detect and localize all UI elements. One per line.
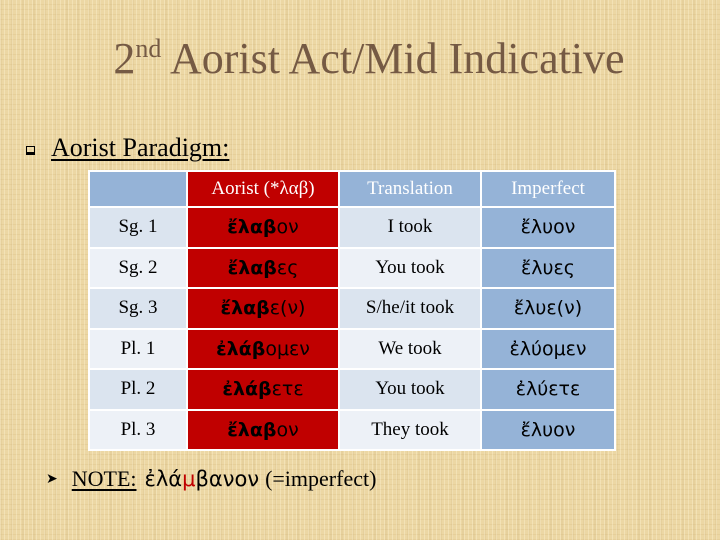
aorist-form: ἔλαβες bbox=[188, 248, 338, 287]
arrow-bullet-icon: ➤ bbox=[46, 471, 58, 487]
header-cell-translation: Translation bbox=[340, 172, 480, 206]
aorist-ending: ομεν bbox=[265, 337, 310, 360]
header-cell-imperfect: Imperfect bbox=[482, 172, 614, 206]
table-header-row: Aorist (*λαβ) Translation Imperfect bbox=[90, 172, 614, 206]
aorist-form: ἐλάβομεν bbox=[188, 329, 338, 368]
aorist-form: ἔλαβον bbox=[188, 410, 338, 449]
translation: You took bbox=[340, 248, 480, 287]
note-greek-after: βανον bbox=[195, 467, 260, 491]
header-cell-aorist: Aorist (*λαβ) bbox=[188, 172, 338, 206]
table-row: Pl. 3 ἔλαβον They took ἔλυον bbox=[90, 410, 614, 449]
table-row: Pl. 2 ἐλάβετε You took ἐλύετε bbox=[90, 370, 614, 409]
aorist-form: ἔλαβον bbox=[188, 208, 338, 247]
table-row: Sg. 3 ἔλαβε(ν) S/he/it took ἔλυε(ν) bbox=[90, 289, 614, 328]
note-greek-highlight: μ bbox=[182, 467, 196, 491]
aorist-ending: ον bbox=[276, 216, 299, 239]
row-label: Pl. 1 bbox=[90, 329, 186, 368]
title-ordinal-suffix: nd bbox=[135, 34, 162, 63]
imperfect-form: ἔλυον bbox=[482, 410, 614, 449]
imperfect-form: ἔλυες bbox=[482, 248, 614, 287]
imperfect-form: ἔλυε(ν) bbox=[482, 289, 614, 328]
table-row: Sg. 1 ἔλαβον I took ἔλυον bbox=[90, 208, 614, 247]
subheading: Aorist Paradigm: bbox=[51, 133, 230, 162]
translation: S/he/it took bbox=[340, 289, 480, 328]
imperfect-form: ἐλύετε bbox=[482, 370, 614, 409]
header-cell-empty bbox=[90, 172, 186, 206]
translation: I took bbox=[340, 208, 480, 247]
aorist-form: ἔλαβε(ν) bbox=[188, 289, 338, 328]
translation: We took bbox=[340, 329, 480, 368]
row-label: Sg. 3 bbox=[90, 289, 186, 328]
paradigm-table: Aorist (*λαβ) Translation Imperfect Sg. … bbox=[88, 170, 616, 451]
aorist-stem: ἐλάβ bbox=[222, 378, 272, 401]
note-row: ➤ NOTE: ἐλάμβανον (=imperfect) bbox=[46, 466, 376, 492]
square-bullet-icon bbox=[26, 145, 35, 155]
aorist-ending: ες bbox=[276, 256, 299, 279]
slide-title: 2nd Aorist Act/Mid Indicative bbox=[0, 34, 720, 84]
table-row: Pl. 1 ἐλάβομεν We took ἐλύομεν bbox=[90, 329, 614, 368]
subheading-row: Aorist Paradigm: bbox=[26, 133, 229, 163]
row-label: Pl. 2 bbox=[90, 370, 186, 409]
aorist-stem: ἔλαβ bbox=[227, 256, 277, 279]
row-label: Pl. 3 bbox=[90, 410, 186, 449]
translation: You took bbox=[340, 370, 480, 409]
row-label: Sg. 1 bbox=[90, 208, 186, 247]
table-row: Sg. 2 ἔλαβες You took ἔλυες bbox=[90, 248, 614, 287]
aorist-stem: ἔλαβ bbox=[227, 418, 277, 441]
aorist-ending: ετε bbox=[271, 378, 304, 401]
translation: They took bbox=[340, 410, 480, 449]
imperfect-form: ἐλύομεν bbox=[482, 329, 614, 368]
aorist-form: ἐλάβετε bbox=[188, 370, 338, 409]
aorist-stem: ἔλαβ bbox=[227, 216, 277, 239]
aorist-ending: ον bbox=[276, 418, 299, 441]
aorist-stem: ἐλάβ bbox=[216, 337, 266, 360]
imperfect-form: ἔλυον bbox=[482, 208, 614, 247]
note-label: NOTE: bbox=[71, 466, 137, 491]
note-paren: (=imperfect) bbox=[265, 466, 377, 491]
aorist-stem: ἔλαβ bbox=[220, 297, 270, 320]
title-text: Aorist Act/Mid Indicative bbox=[169, 34, 625, 83]
aorist-ending: ε(ν) bbox=[269, 297, 306, 320]
row-label: Sg. 2 bbox=[90, 248, 186, 287]
note-greek-form: ἐλάμβανον bbox=[145, 467, 260, 491]
note-greek-before: ἐλά bbox=[144, 467, 183, 491]
title-ordinal: 2 bbox=[113, 34, 136, 83]
